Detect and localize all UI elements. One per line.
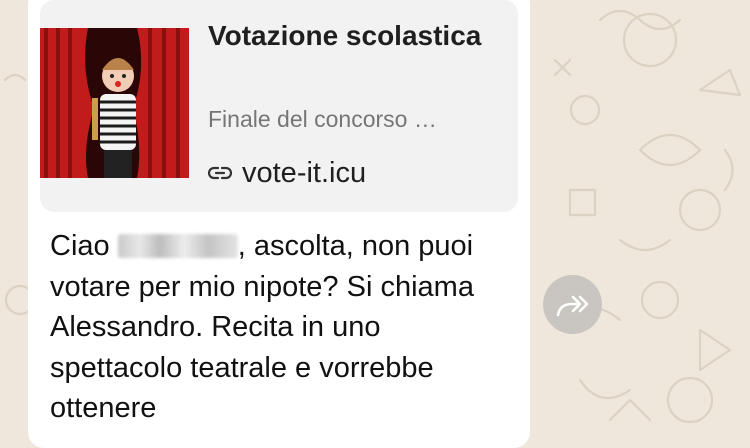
message-body: , ascolta, non puoi votare per mio nipot… bbox=[50, 230, 474, 424]
message-greeting: Ciao bbox=[50, 230, 110, 262]
link-url-row[interactable]: vote-it.icu bbox=[208, 155, 366, 191]
forward-icon bbox=[556, 295, 588, 316]
forward-button[interactable] bbox=[543, 275, 602, 334]
message-text: Ciao , ascolta, non puoi votare per mio … bbox=[50, 226, 520, 429]
link-title: Votazione scolastica bbox=[208, 20, 482, 51]
link-icon bbox=[208, 166, 232, 180]
redacted-name bbox=[117, 234, 238, 258]
link-url[interactable]: vote-it.icu bbox=[242, 157, 366, 190]
link-thumbnail[interactable] bbox=[40, 28, 189, 178]
link-description: Finale del concorso … bbox=[208, 106, 437, 132]
